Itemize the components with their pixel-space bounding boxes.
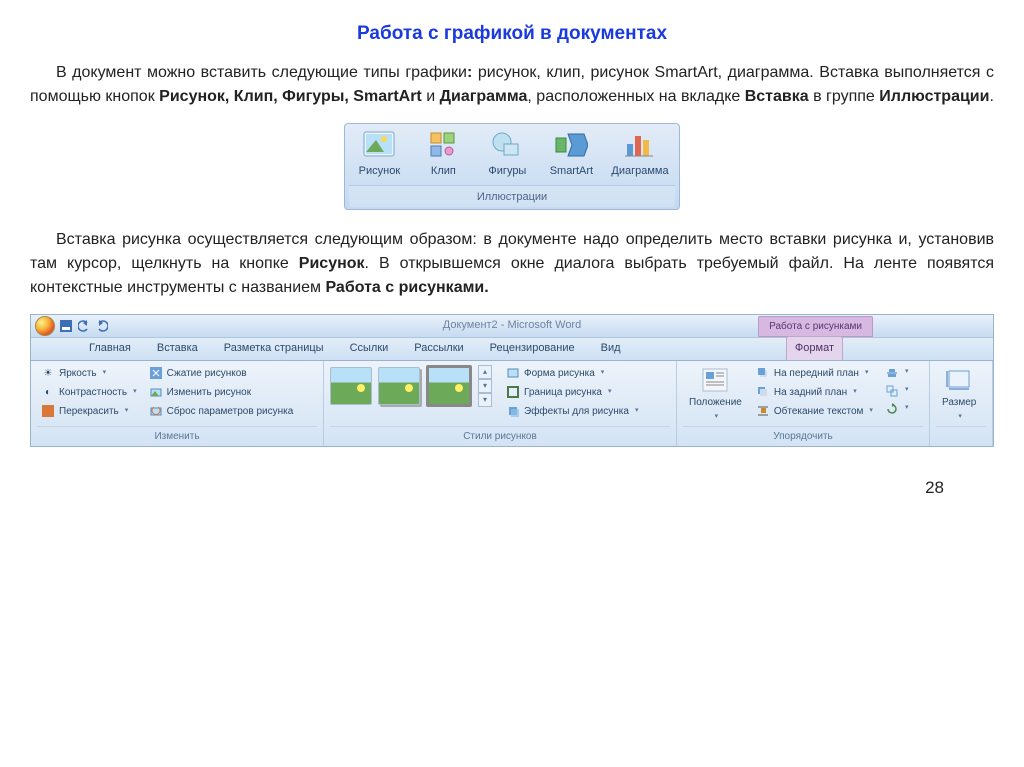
shape-icon xyxy=(506,366,520,380)
illustrations-ribbon-group: Рисунок Клип Фигуры SmartArt xyxy=(344,123,679,210)
undo-icon[interactable] xyxy=(77,319,91,333)
group-icon xyxy=(885,384,899,398)
style-thumb[interactable] xyxy=(426,365,472,407)
reset-icon xyxy=(149,404,163,418)
ribbon-tabs: Главная Вставка Разметка страницы Ссылки… xyxy=(31,338,993,361)
send-back-icon xyxy=(756,385,770,399)
tab-layout[interactable]: Разметка страницы xyxy=(216,337,332,360)
smartart-icon xyxy=(554,130,588,160)
style-thumb[interactable] xyxy=(330,367,372,405)
size-icon xyxy=(945,367,973,393)
change-picture-icon xyxy=(149,385,163,399)
picture-icon xyxy=(362,130,396,160)
page-number: 28 xyxy=(30,447,994,511)
office-button[interactable] xyxy=(35,316,55,336)
style-thumb[interactable] xyxy=(378,367,420,405)
recolor-button[interactable]: Перекрасить xyxy=(37,403,141,420)
clip-icon xyxy=(426,130,460,160)
ribbon-picture-button[interactable]: Рисунок xyxy=(351,128,407,182)
group-adjust: ☀Яркость ◐Контрастность Перекрасить Сжат… xyxy=(31,361,324,447)
paragraph-1: В документ можно вставить следующие типы… xyxy=(30,61,994,109)
picture-shape-button[interactable]: Форма рисунка xyxy=(502,365,642,382)
shapes-icon xyxy=(490,130,524,160)
rotate-icon xyxy=(885,402,899,416)
picture-effects-button[interactable]: Эффекты для рисунка xyxy=(502,403,642,420)
tab-review[interactable]: Рецензирование xyxy=(482,337,583,360)
rotate-button[interactable] xyxy=(881,401,913,417)
contextual-tab-title: Работа с рисунками xyxy=(758,316,873,337)
group-adjust-label: Изменить xyxy=(37,426,317,444)
paragraph-2: Вставка рисунка осуществляется следующим… xyxy=(30,228,994,300)
group-arrange-label: Упорядочить xyxy=(683,426,923,444)
brightness-icon: ☀ xyxy=(41,366,55,380)
text-wrap-button[interactable]: Обтекание текстом xyxy=(752,403,877,420)
picture-border-button[interactable]: Граница рисунка xyxy=(502,384,642,401)
group-button[interactable] xyxy=(881,383,913,399)
position-button[interactable]: Положение xyxy=(683,365,748,425)
picture-style-gallery[interactable]: ▴▾▾ xyxy=(330,365,492,407)
compress-button[interactable]: Сжатие рисунков xyxy=(145,365,298,382)
effects-icon xyxy=(506,404,520,418)
contrast-icon: ◐ xyxy=(41,385,55,399)
tab-home[interactable]: Главная xyxy=(81,337,139,360)
ribbon-smartart-button[interactable]: SmartArt xyxy=(543,128,599,182)
ribbon-body: ☀Яркость ◐Контрастность Перекрасить Сжат… xyxy=(31,361,993,447)
send-back-button[interactable]: На задний план xyxy=(752,384,877,401)
tab-mailings[interactable]: Рассылки xyxy=(406,337,471,360)
ribbon-chart-button[interactable]: Диаграмма xyxy=(607,128,672,182)
reset-picture-button[interactable]: Сброс параметров рисунка xyxy=(145,403,298,420)
position-icon xyxy=(701,367,729,393)
wrap-icon xyxy=(756,404,770,418)
save-icon[interactable] xyxy=(59,319,73,333)
bring-front-icon xyxy=(756,366,770,380)
border-icon xyxy=(506,385,520,399)
align-icon xyxy=(885,366,899,380)
group-size: Размер xyxy=(930,361,993,447)
ribbon-chart-label: Диаграмма xyxy=(611,163,668,180)
quick-access-toolbar xyxy=(59,319,109,333)
tab-insert[interactable]: Вставка xyxy=(149,337,206,360)
illustrations-group-label: Иллюстрации xyxy=(349,185,674,207)
group-styles: ▴▾▾ Форма рисунка Граница рисунка Эффект… xyxy=(324,361,677,447)
contrast-button[interactable]: ◐Контрастность xyxy=(37,384,141,401)
brightness-button[interactable]: ☀Яркость xyxy=(37,365,141,382)
tab-references[interactable]: Ссылки xyxy=(342,337,397,360)
align-button[interactable] xyxy=(881,365,913,381)
ribbon-shapes-button[interactable]: Фигуры xyxy=(479,128,535,182)
ribbon-shapes-label: Фигуры xyxy=(488,163,526,180)
group-size-label xyxy=(936,426,986,444)
chart-icon xyxy=(623,130,657,160)
recolor-icon xyxy=(41,404,55,418)
bring-front-button[interactable]: На передний план xyxy=(752,365,877,382)
ribbon-clip-label: Клип xyxy=(431,163,456,180)
group-styles-label: Стили рисунков xyxy=(330,426,670,444)
tab-format[interactable]: Формат xyxy=(786,336,843,360)
size-button[interactable]: Размер xyxy=(936,365,982,425)
group-arrange: Положение На передний план На задний пла… xyxy=(677,361,930,447)
ribbon-smartart-label: SmartArt xyxy=(550,163,593,180)
ribbon-picture-label: Рисунок xyxy=(359,163,401,180)
ribbon-clip-button[interactable]: Клип xyxy=(415,128,471,182)
change-picture-button[interactable]: Изменить рисунок xyxy=(145,384,298,401)
word-ribbon-screenshot: Документ2 - Microsoft Word Работа с рису… xyxy=(30,314,994,448)
page-title: Работа с графикой в документах xyxy=(30,20,994,49)
compress-icon xyxy=(149,366,163,380)
title-bar: Документ2 - Microsoft Word Работа с рису… xyxy=(31,315,993,338)
tab-view[interactable]: Вид xyxy=(593,337,629,360)
gallery-scroll[interactable]: ▴▾▾ xyxy=(478,365,492,407)
redo-icon[interactable] xyxy=(95,319,109,333)
